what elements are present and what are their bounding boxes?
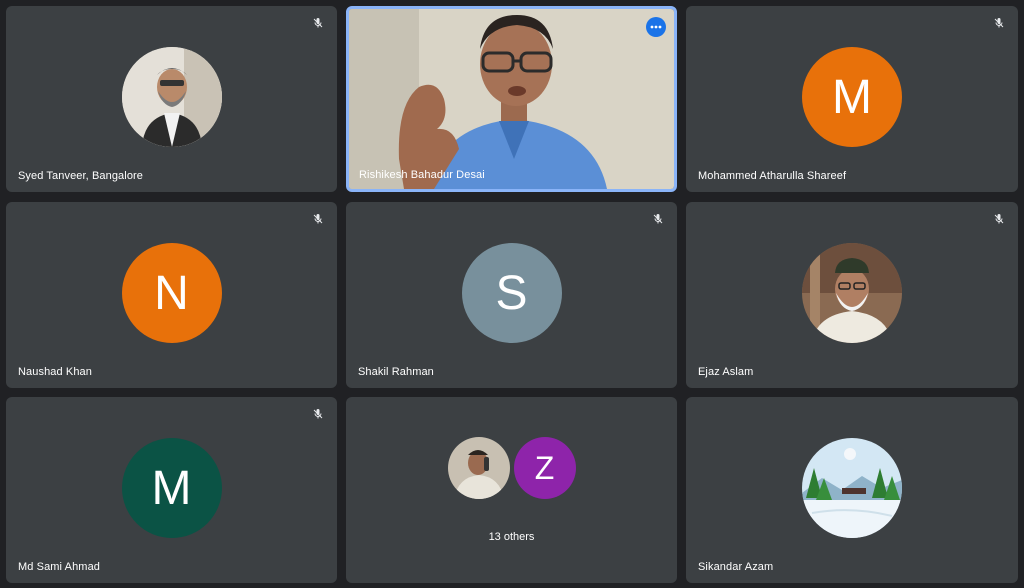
others-tile[interactable]: Z 13 others (346, 397, 677, 583)
person-photo-icon (802, 243, 902, 343)
participant-name: Rishikesh Bahadur Desai (359, 169, 485, 181)
person-photo-icon (121, 47, 222, 147)
participant-name: Naushad Khan (18, 366, 92, 378)
avatar: Z (513, 437, 576, 499)
participant-tile[interactable]: M Mohammed Atharulla Shareef (686, 6, 1018, 192)
others-count-label: 13 others (488, 531, 535, 543)
avatar: S (461, 243, 562, 343)
mic-off-icon (649, 210, 667, 228)
video-feed (349, 9, 674, 189)
mic-off-icon (309, 210, 327, 228)
participant-tile[interactable]: N Naushad Khan (6, 202, 337, 388)
avatar (447, 437, 510, 499)
participant-tile[interactable]: M Md Sami Ahmad (6, 397, 337, 583)
avatar (802, 438, 902, 538)
avatar: M (802, 47, 902, 147)
participant-tile[interactable]: Syed Tanveer, Bangalore (6, 6, 337, 192)
participant-name: Ejaz Aslam (698, 366, 754, 378)
mic-off-icon (309, 405, 327, 423)
participant-name: Shakil Rahman (358, 366, 434, 378)
participant-tile-active[interactable]: Rishikesh Bahadur Desai (346, 6, 677, 192)
more-options-button[interactable] (646, 17, 666, 37)
avatar: N (121, 243, 222, 343)
person-photo-icon (447, 437, 510, 499)
mic-off-icon (309, 14, 327, 32)
participant-tile[interactable]: S Shakil Rahman (346, 202, 677, 388)
avatar (121, 47, 222, 147)
avatar: M (121, 438, 222, 538)
more-dots-icon (650, 25, 662, 29)
participant-name: Sikandar Azam (698, 561, 774, 573)
mic-off-icon (990, 14, 1008, 32)
participant-name: Md Sami Ahmad (18, 561, 101, 573)
participant-tile[interactable]: Sikandar Azam (686, 397, 1018, 583)
landscape-photo-icon (802, 438, 902, 538)
participant-name: Syed Tanveer, Bangalore (18, 170, 144, 182)
participant-name: Mohammed Atharulla Shareef (698, 170, 847, 182)
participant-tile[interactable]: Ejaz Aslam (686, 202, 1018, 388)
others-avatar-group: Z (346, 437, 677, 499)
avatar (802, 243, 902, 343)
mic-off-icon (990, 210, 1008, 228)
